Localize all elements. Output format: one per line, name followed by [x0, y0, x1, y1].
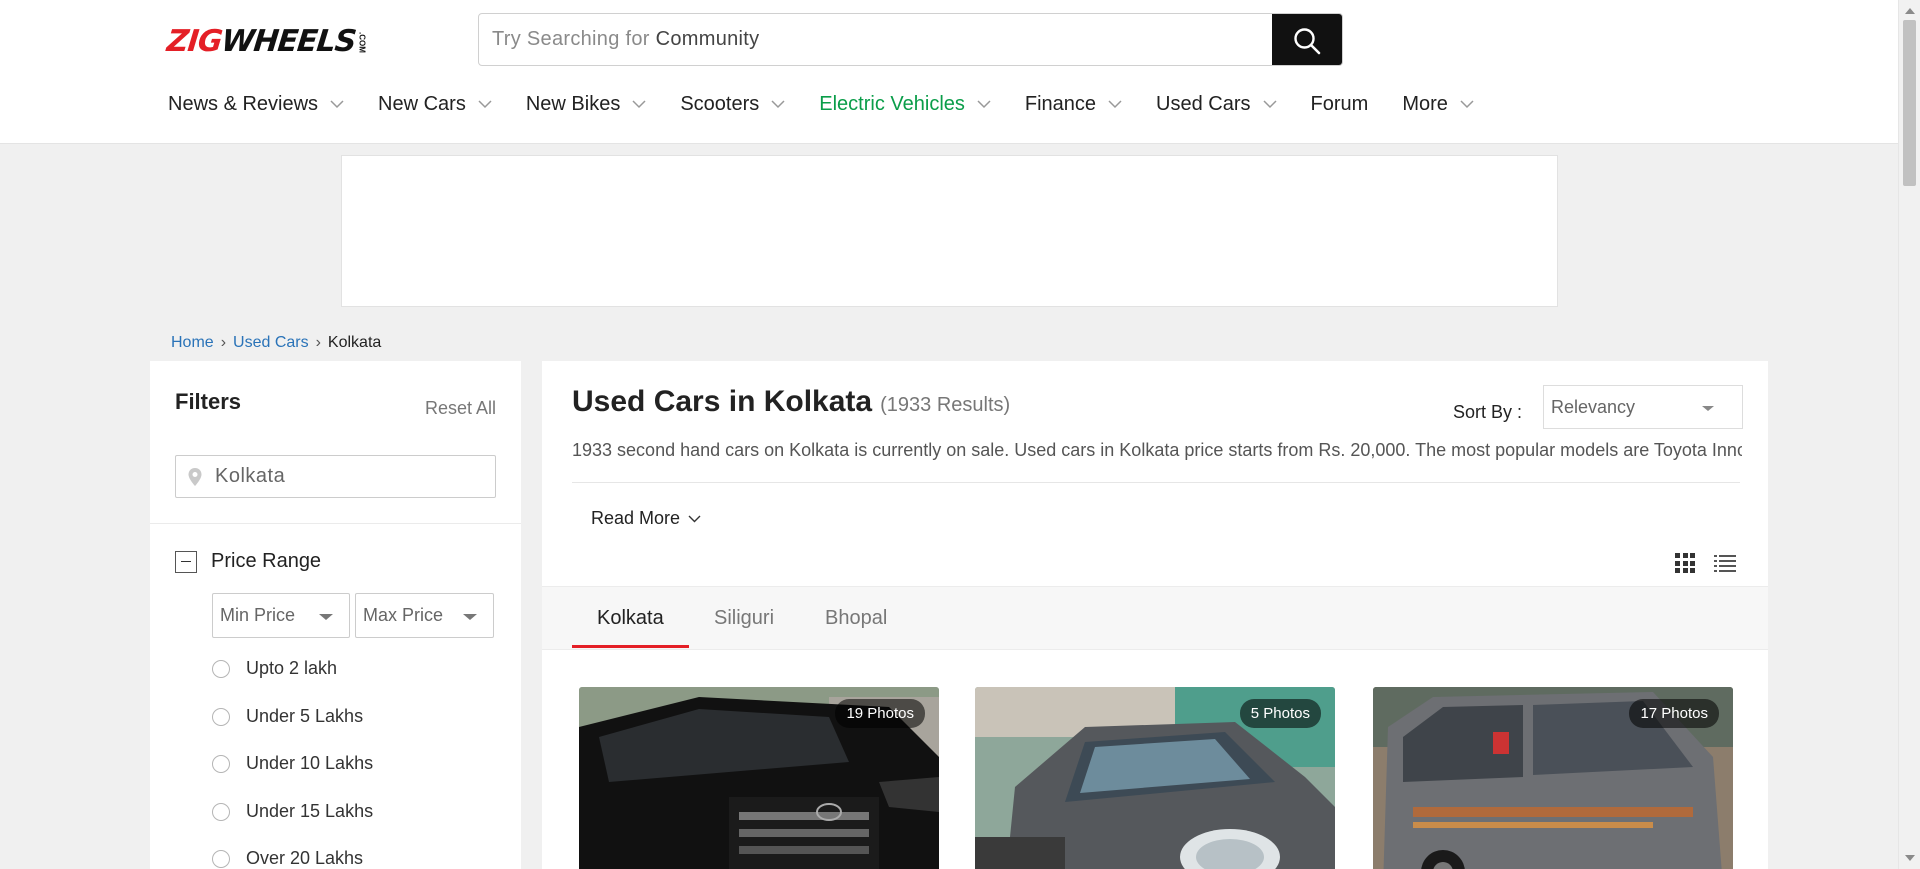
breadcrumb: Home › Used Cars › Kolkata [171, 334, 381, 352]
dropdown-arrow-icon [1702, 406, 1714, 411]
page-title: Used Cars in Kolkata [572, 385, 873, 418]
search-bar[interactable]: Try Searching for Community [478, 13, 1343, 66]
location-input[interactable] [215, 465, 475, 488]
zigwheels-logo[interactable]: ZIGWHEELS .COM [165, 24, 366, 60]
min-price-select[interactable]: Min Price [212, 593, 350, 638]
tab-siliguri[interactable]: Siliguri [714, 607, 774, 630]
chevron-down-icon [688, 515, 701, 522]
price-range-header[interactable]: Price Range [175, 550, 321, 573]
photos-badge: 5 Photos [1239, 699, 1321, 728]
radio-button[interactable] [212, 802, 230, 821]
chevron-down-icon [771, 97, 785, 111]
collapse-icon[interactable] [175, 550, 197, 573]
sort-select[interactable]: Relevancy [1543, 385, 1743, 429]
search-icon [1294, 27, 1321, 54]
scroll-thumb[interactable] [1903, 20, 1916, 186]
nav-new-cars[interactable]: New Cars [378, 93, 492, 116]
breadcrumb-separator: › [315, 334, 321, 351]
price-range-title: Price Range [211, 550, 322, 572]
reset-all-link[interactable]: Reset All [425, 398, 496, 419]
location-field[interactable] [175, 455, 496, 498]
car-card[interactable]: 5 Photos [975, 687, 1335, 869]
ad-banner [341, 155, 1558, 307]
list-view-icon[interactable] [1714, 553, 1736, 573]
city-tabs: Kolkata Siliguri Bhopal [542, 586, 1768, 650]
grid-view-icon[interactable] [1675, 553, 1695, 573]
chevron-down-icon [478, 97, 492, 111]
car-card[interactable]: 17 Photos [1373, 687, 1733, 869]
nav-used-cars[interactable]: Used Cars [1156, 93, 1277, 116]
radio-button[interactable] [212, 707, 230, 726]
dropdown-arrow-icon [463, 614, 477, 620]
breadcrumb-home[interactable]: Home [171, 334, 214, 352]
breadcrumb-current: Kolkata [327, 334, 382, 351]
chevron-down-icon [1460, 97, 1474, 111]
nav-electric-vehicles[interactable]: Electric Vehicles [819, 93, 991, 116]
tab-bhopal[interactable]: Bhopal [825, 607, 887, 630]
nav-finance[interactable]: Finance [1025, 93, 1122, 116]
car-card[interactable]: 19 Photos [579, 687, 939, 869]
sort-label: Sort By : [1453, 402, 1523, 422]
photos-badge: 19 Photos [835, 699, 925, 728]
divider [150, 523, 521, 524]
chevron-down-icon [1108, 97, 1122, 111]
scroll-down-arrow-icon[interactable] [1905, 855, 1915, 861]
results-count: (1933 Results) [880, 394, 1011, 416]
nav-scooters[interactable]: Scooters [680, 93, 785, 116]
max-price-select[interactable]: Max Price [355, 593, 494, 638]
price-option-over-20-lakhs[interactable]: Over 20 Lakhs [212, 848, 363, 869]
location-pin-icon [188, 467, 202, 486]
filters-title: Filters [175, 389, 242, 414]
chevron-down-icon [330, 97, 344, 111]
nav-forum[interactable]: Forum [1311, 93, 1369, 116]
search-input[interactable]: Try Searching for Community [479, 28, 1342, 51]
results-description: 1933 second hand cars on Kolkata is curr… [572, 440, 1742, 460]
nav-news-reviews[interactable]: News & Reviews [168, 93, 344, 116]
breadcrumb-used-cars[interactable]: Used Cars [233, 334, 309, 352]
tab-kolkata[interactable]: Kolkata [597, 607, 664, 630]
results-panel: Used Cars in Kolkata (1933 Results) Sort… [542, 361, 1768, 869]
search-button[interactable] [1272, 14, 1342, 65]
radio-button[interactable] [212, 849, 230, 868]
price-option-under-10-lakhs[interactable]: Under 10 Lakhs [212, 753, 373, 774]
site-header: ZIGWHEELS .COM Try Searching for Communi… [0, 0, 1898, 144]
page-scrollbar[interactable] [1898, 0, 1920, 869]
scroll-up-arrow-icon[interactable] [1905, 8, 1915, 14]
chevron-down-icon [977, 97, 991, 111]
filters-panel: Filters Reset All Price Range Min Price … [150, 361, 521, 869]
radio-button[interactable] [212, 754, 230, 773]
price-option-under-5-lakhs[interactable]: Under 5 Lakhs [212, 706, 363, 727]
photos-badge: 17 Photos [1629, 699, 1719, 728]
radio-button[interactable] [212, 659, 230, 678]
read-more-button[interactable]: Read More [591, 508, 701, 529]
breadcrumb-separator: › [220, 334, 227, 351]
price-option-upto-2-lakh[interactable]: Upto 2 lakh [212, 658, 337, 679]
nav-new-bikes[interactable]: New Bikes [526, 93, 646, 116]
chevron-down-icon [632, 97, 646, 111]
divider [572, 482, 1740, 483]
price-option-under-15-lakhs[interactable]: Under 15 Lakhs [212, 801, 373, 822]
main-nav: News & Reviews New Cars New Bikes Scoote… [168, 92, 1508, 116]
chevron-down-icon [1263, 97, 1277, 111]
nav-more[interactable]: More [1402, 93, 1474, 116]
results-heading: Used Cars in Kolkata (1933 Results) [572, 385, 1010, 419]
dropdown-arrow-icon [319, 614, 333, 620]
active-tab-indicator [572, 645, 689, 648]
